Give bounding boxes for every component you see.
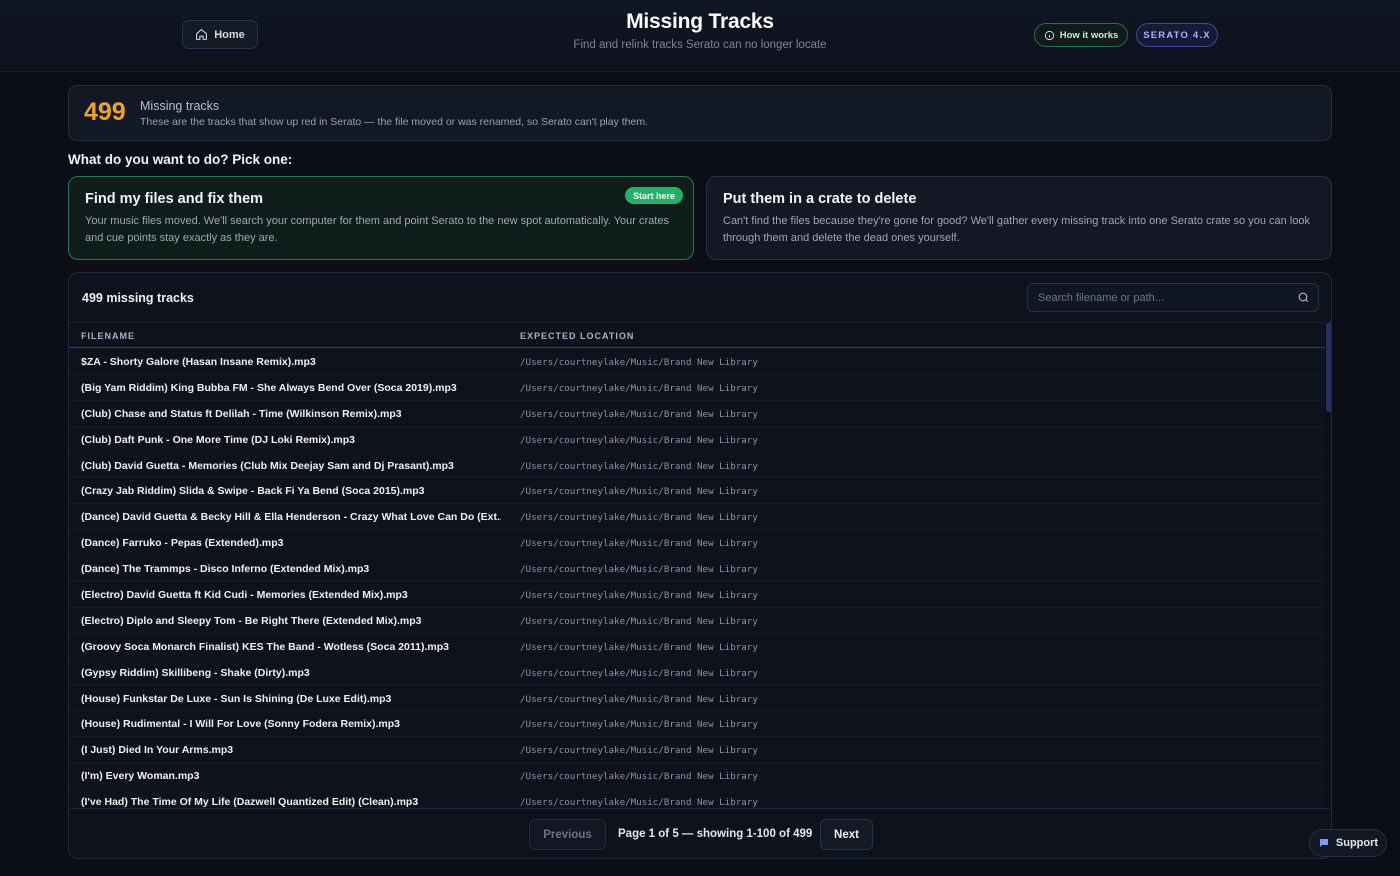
table-header: FILENAME EXPECTED LOCATION	[69, 322, 1325, 348]
page-title: Missing Tracks	[626, 10, 774, 33]
row-filename: (Electro) Diplo and Sleepy Tom - Be Righ…	[81, 614, 422, 627]
table-body: $ZA - Shorty Galore (Hasan Insane Remix)…	[69, 349, 1325, 808]
table-row[interactable]: (Groovy Soca Monarch Finalist) KES The B…	[69, 634, 1325, 660]
row-expected-location: /Users/courtneylake/Music/Brand New Libr…	[520, 590, 758, 602]
start-here-badge: Start here	[624, 187, 683, 204]
pagination-bar: Previous Page 1 of 5 — showing 1-100 of …	[69, 808, 1331, 858]
row-expected-location: /Users/courtneylake/Music/Brand New Libr…	[520, 382, 758, 394]
row-filename: (I Just) Died In Your Arms.mp3	[81, 744, 234, 757]
table-row[interactable]: (Club) Chase and Status ft Delilah - Tim…	[69, 401, 1325, 427]
row-expected-location: /Users/courtneylake/Music/Brand New Libr…	[520, 357, 758, 368]
table-scrollbar-thumb[interactable]	[1326, 322, 1331, 412]
table-row[interactable]: (I've Had) The Time Of My Life (Dazwell …	[69, 789, 1325, 808]
row-filename: (Big Yam Riddim) King Bubba FM - She Alw…	[81, 381, 457, 394]
row-expected-location: /Users/courtneylake/Music/Brand New Libr…	[520, 719, 758, 731]
title-block: Missing Tracks Find and relink tracks Se…	[450, 10, 950, 51]
row-filename: (Dance) David Guetta & Becky Hill & Ella…	[81, 511, 501, 524]
row-expected-location: /Users/courtneylake/Music/Brand New Libr…	[520, 538, 758, 550]
row-expected-location: /Users/courtneylake/Music/Brand New Libr…	[520, 745, 758, 757]
row-filename: $ZA - Shorty Galore (Hasan Insane Remix)…	[81, 356, 316, 368]
row-filename: (Dance) Farruko - Pepas (Extended).mp3	[81, 537, 284, 550]
chat-icon	[1319, 839, 1328, 847]
missing-label: Missing tracks	[140, 99, 220, 113]
option-crate-to-delete-description: Can't find the files because they're gon…	[723, 215, 1310, 244]
row-filename: (Club) Daft Punk - One More Time (DJ Lok…	[81, 433, 356, 446]
row-expected-location: /Users/courtneylake/Music/Brand New Libr…	[520, 667, 758, 679]
option-find-and-fix-description: Your music files moved. We'll search you…	[85, 215, 669, 244]
table-row[interactable]: (Electro) Diplo and Sleepy Tom - Be Righ…	[69, 608, 1325, 634]
row-expected-location: /Users/courtneylake/Music/Brand New Libr…	[520, 771, 758, 783]
search-icon[interactable]	[1297, 291, 1310, 304]
row-expected-location: /Users/courtneylake/Music/Brand New Libr…	[520, 641, 758, 653]
info-icon	[1044, 30, 1054, 40]
support-button[interactable]: Support	[1309, 829, 1387, 857]
top-header: Home Missing Tracks Find and relink trac…	[0, 0, 1400, 72]
row-filename: (Dance) The Trammps - Disco Inferno (Ext…	[81, 563, 370, 576]
row-expected-location: /Users/courtneylake/Music/Brand New Libr…	[520, 408, 758, 420]
row-filename: (I've Had) The Time Of My Life (Dazwell …	[81, 796, 419, 808]
tracks-panel-title: 499 missing tracks	[82, 291, 194, 305]
how-it-works-label: How it works	[1059, 29, 1119, 41]
missing-count: 499	[84, 98, 126, 126]
support-label: Support	[1335, 837, 1379, 849]
column-header-expected-location[interactable]: EXPECTED LOCATION	[520, 331, 634, 341]
row-filename: (Club) Chase and Status ft Delilah - Tim…	[81, 407, 402, 420]
row-filename: (Club) David Guetta - Memories (Club Mix…	[81, 459, 454, 472]
row-expected-location: /Users/courtneylake/Music/Brand New Libr…	[520, 797, 758, 808]
table-row[interactable]: (House) Rudimental - I Will For Love (So…	[69, 711, 1325, 738]
table-row[interactable]: (Crazy Jab Riddim) Slida & Swipe - Back …	[69, 478, 1325, 505]
row-expected-location: /Users/courtneylake/Music/Brand New Libr…	[520, 434, 758, 446]
row-expected-location: /Users/courtneylake/Music/Brand New Libr…	[520, 615, 758, 627]
option-find-and-fix-title: Find my files and fix them	[85, 191, 264, 207]
tracks-panel: 499 missing tracks FILENAME EXPECTED LOC…	[68, 272, 1332, 859]
table-row[interactable]: (Dance) Farruko - Pepas (Extended).mp3/U…	[69, 530, 1325, 557]
row-expected-location: /Users/courtneylake/Music/Brand New Libr…	[520, 460, 758, 472]
row-expected-location: /Users/courtneylake/Music/Brand New Libr…	[520, 486, 758, 498]
option-crate-to-delete[interactable]: Put them in a crate to delete Can't find…	[706, 176, 1332, 260]
search-box	[1027, 283, 1319, 312]
option-crate-to-delete-title: Put them in a crate to delete	[723, 191, 917, 207]
row-filename: (Gypsy Riddim) Skillibeng - Shake (Dirty…	[81, 666, 310, 679]
row-filename: (House) Funkstar De Luxe - Sun Is Shinin…	[81, 692, 392, 705]
table-row[interactable]: (I Just) Died In Your Arms.mp3/Users/cou…	[69, 737, 1325, 764]
missing-description: These are the tracks that show up red in…	[140, 116, 649, 128]
row-filename: (I'm) Every Woman.mp3	[81, 770, 200, 783]
previous-page-button[interactable]: Previous	[529, 819, 606, 850]
home-icon	[196, 29, 208, 40]
row-filename: (Groovy Soca Monarch Finalist) KES The B…	[81, 640, 449, 653]
table-row[interactable]: (House) Funkstar De Luxe - Sun Is Shinin…	[69, 686, 1325, 712]
option-find-and-fix[interactable]: Find my files and fix them Your music fi…	[68, 176, 694, 260]
missing-summary: 499 Missing tracks These are the tracks …	[68, 85, 1332, 141]
table-row[interactable]: (Club) Daft Punk - One More Time (DJ Lok…	[69, 427, 1325, 453]
table-row[interactable]: (I'm) Every Woman.mp3/Users/courtneylake…	[69, 763, 1325, 790]
page-info: Page 1 of 5 — showing 1-100 of 499	[618, 828, 813, 840]
table-row[interactable]: (Dance) The Trammps - Disco Inferno (Ext…	[69, 556, 1325, 583]
row-expected-location: /Users/courtneylake/Music/Brand New Libr…	[520, 693, 758, 705]
page-subtitle: Find and relink tracks Serato can no lon…	[573, 39, 827, 51]
home-button[interactable]: Home	[182, 20, 258, 49]
row-filename: (House) Rudimental - I Will For Love (So…	[81, 718, 401, 731]
version-badge: SERATO 4.X	[1136, 23, 1218, 47]
row-expected-location: /Users/courtneylake/Music/Brand New Libr…	[520, 564, 758, 576]
table-row[interactable]: (Dance) David Guetta & Becky Hill & Ella…	[69, 504, 1325, 531]
search-input[interactable]	[1028, 284, 1288, 311]
table-row[interactable]: (Club) David Guetta - Memories (Club Mix…	[69, 453, 1325, 479]
table-row[interactable]: (Big Yam Riddim) King Bubba FM - She Alw…	[69, 375, 1325, 401]
action-prompt: What do you want to do? Pick one:	[68, 152, 293, 167]
row-expected-location: /Users/courtneylake/Music/Brand New Libr…	[520, 512, 758, 524]
next-page-button[interactable]: Next	[820, 819, 873, 850]
table-row[interactable]: (Electro) David Guetta ft Kid Cudi - Mem…	[69, 582, 1325, 608]
row-filename: (Electro) David Guetta ft Kid Cudi - Mem…	[81, 589, 408, 602]
row-filename: (Crazy Jab Riddim) Slida & Swipe - Back …	[81, 485, 425, 498]
table-row[interactable]: $ZA - Shorty Galore (Hasan Insane Remix)…	[69, 349, 1325, 375]
table-scrollbar[interactable]	[1325, 322, 1331, 808]
column-header-filename[interactable]: FILENAME	[81, 331, 135, 341]
how-it-works-button[interactable]: How it works	[1034, 23, 1128, 47]
home-button-label: Home	[214, 28, 245, 41]
table-row[interactable]: (Gypsy Riddim) Skillibeng - Shake (Dirty…	[69, 660, 1325, 686]
